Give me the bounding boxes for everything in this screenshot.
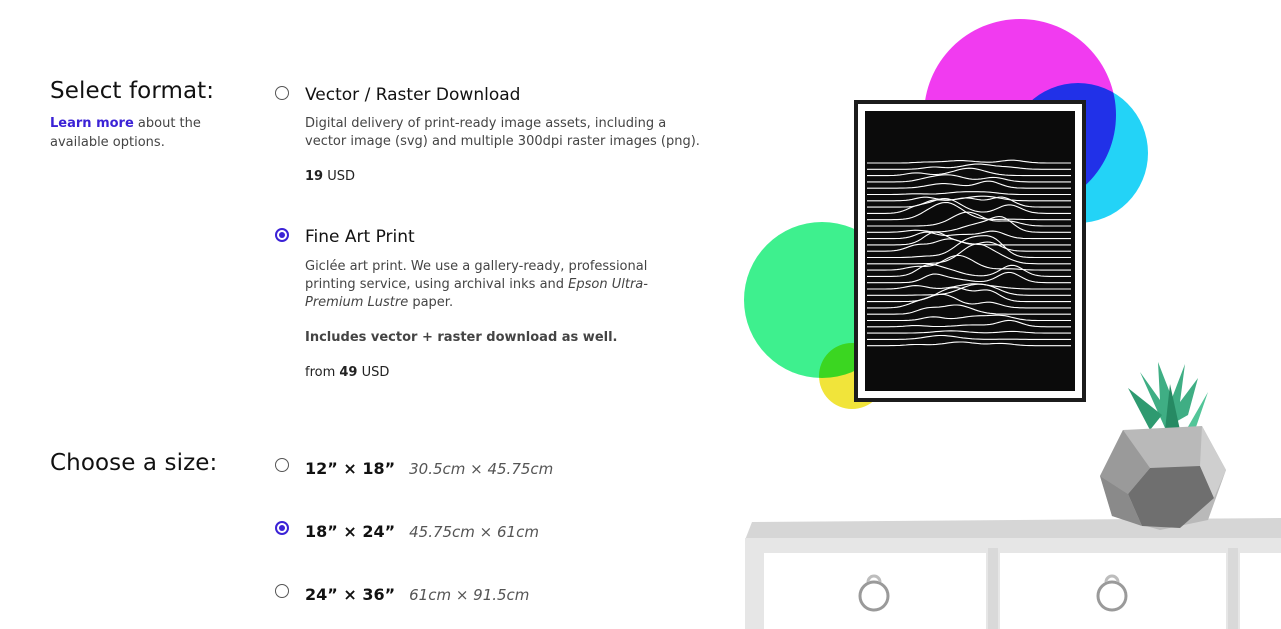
potted-plant <box>1100 362 1226 530</box>
dresser <box>745 518 1281 629</box>
framed-poster <box>854 100 1086 402</box>
room-illustration <box>744 19 1281 629</box>
